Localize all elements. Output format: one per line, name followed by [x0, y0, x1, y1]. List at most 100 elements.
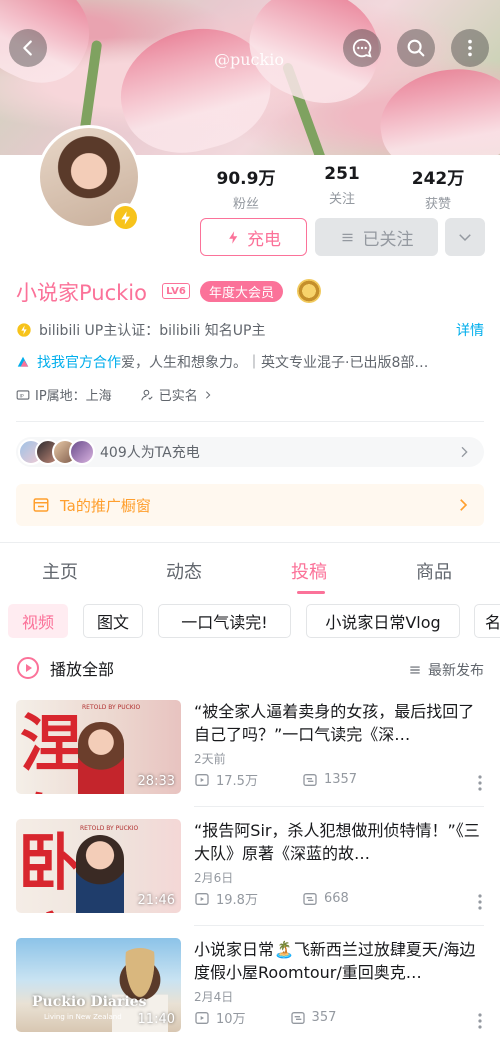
divider [16, 421, 484, 422]
video-duration: 28:33 [137, 774, 175, 789]
chat-bubble-icon [352, 38, 372, 58]
video-item[interactable]: 卧底 RETOLD BY PUCKIO 21:46 “报告阿Sir，杀人犯想做刑… [16, 819, 486, 913]
divider [194, 925, 484, 926]
followed-button-label: 已关注 [362, 229, 414, 250]
danmaku-icon [303, 892, 317, 905]
chip-image-text[interactable]: 图文 [83, 604, 143, 638]
play-count-icon [195, 1011, 209, 1024]
message-button[interactable] [343, 29, 381, 67]
promo-shop-banner[interactable]: Ta的推广橱窗 [16, 484, 484, 526]
sort-icon [410, 666, 420, 674]
certification-icon [17, 323, 31, 337]
video-comments: 668 [323, 891, 349, 906]
chevron-right-icon [460, 499, 468, 511]
storefront-icon [33, 498, 49, 512]
expand-button[interactable] [445, 218, 485, 256]
back-button[interactable] [9, 29, 47, 67]
video-more-icon[interactable] [478, 774, 482, 792]
ip-location: IP属地：上海 [35, 389, 112, 404]
more-options-button[interactable] [451, 29, 489, 67]
stat-likes-label: 获赞 [424, 197, 451, 212]
video-comments: 357 [311, 1010, 337, 1025]
tab-submissions[interactable]: 投稿 [291, 558, 327, 584]
video-item[interactable]: Puckio Diaries Living in New Zealand 11:… [16, 938, 486, 1032]
chip-quick-read[interactable]: 一口气读完! [158, 604, 291, 638]
tab-products[interactable]: 商品 [416, 558, 452, 584]
cooperation-icon [17, 356, 29, 367]
chargers-text: 409人为TA充电 [100, 445, 200, 461]
video-more-icon[interactable] [478, 893, 482, 911]
thumb-portrait [76, 835, 124, 913]
danmaku-icon [303, 773, 317, 786]
tab-home[interactable]: 主页 [42, 558, 78, 584]
realname-icon [140, 389, 153, 400]
play-count-icon [195, 773, 209, 786]
video-views: 19.8万 [216, 893, 258, 908]
ip-icon: IP [16, 389, 30, 400]
charge-button[interactable]: 充电 [200, 218, 307, 256]
video-title: 小说家日常🏝️飞新西兰过放肆夏天/海边度假小屋Roomtour/重回奥克… [194, 940, 476, 982]
video-duration: 21:46 [137, 893, 175, 908]
chip-more[interactable]: 名 [474, 604, 500, 638]
realname-link[interactable]: 已实名 [159, 385, 198, 404]
vertical-dots-icon [468, 39, 472, 57]
video-title: “报告阿Sir，杀人犯想做刑侦特情！”《三大队》原著《深蓝的故… [194, 821, 480, 863]
bio-link[interactable]: 找我官方合作 [37, 355, 121, 371]
video-more-icon[interactable] [478, 1012, 482, 1030]
banner-watermark: @puckio [214, 50, 284, 69]
video-item[interactable]: 涅槃 RETOLD BY PUCKIO 28:33 “被全家人逼着卖身的女孩，最… [16, 700, 486, 794]
charger-avatar [69, 439, 95, 465]
danmaku-icon [290, 1011, 305, 1024]
video-date: 2月6日 [194, 871, 234, 885]
medal-icon[interactable] [297, 279, 321, 303]
video-title: “被全家人逼着卖身的女孩，最后找回了自己了吗？”一口气读完《深… [194, 702, 475, 744]
lightning-icon [229, 230, 238, 244]
sort-label: 最新发布 [428, 663, 484, 679]
level-badge: LV6 [162, 283, 190, 299]
chevron-down-icon [459, 234, 471, 242]
video-stats: 10万 357 [194, 1008, 336, 1027]
active-tab-indicator [297, 591, 325, 594]
stat-following-value: 251 [324, 164, 360, 184]
play-all-button[interactable]: 播放全部 [16, 656, 114, 680]
video-thumbnail[interactable]: 卧底 RETOLD BY PUCKIO 21:46 [16, 819, 181, 913]
followed-button[interactable]: 已关注 [315, 218, 438, 256]
video-views: 17.5万 [216, 774, 258, 789]
stat-following-label: 关注 [328, 192, 355, 207]
video-stats: 19.8万 668 [194, 889, 349, 908]
thumb-title: Puckio Diaries [32, 994, 147, 1010]
detail-link[interactable]: 详情 [456, 320, 484, 340]
video-duration: 11:40 [137, 1012, 175, 1027]
thumb-subtitle: RETOLD BY PUCKIO [82, 704, 141, 711]
sort-button[interactable]: 最新发布 [408, 660, 484, 680]
certification-row: bilibili UP主认证：bilibili 知名UP主 [16, 320, 486, 340]
stat-fans[interactable]: 90.9万 粉丝 [201, 164, 291, 212]
stat-following[interactable]: 251 关注 [297, 164, 387, 207]
tab-dynamics[interactable]: 动态 [166, 558, 202, 584]
video-thumbnail[interactable]: Puckio Diaries Living in New Zealand 11:… [16, 938, 181, 1032]
username: 小说家Puckio [16, 281, 147, 305]
search-button[interactable] [397, 29, 435, 67]
video-views: 10万 [216, 1012, 246, 1027]
vip-badge[interactable]: 年度大会员 [200, 281, 284, 302]
chevron-right-icon [205, 390, 211, 399]
play-circle-icon [17, 657, 39, 679]
video-date: 2月4日 [194, 990, 234, 1004]
chip-vlog[interactable]: 小说家日常Vlog [306, 604, 460, 638]
video-comments: 1357 [323, 772, 358, 787]
back-arrow-icon [23, 40, 32, 56]
chargers-bar[interactable]: 409人为TA充电 [16, 437, 484, 467]
video-thumbnail[interactable]: 涅槃 RETOLD BY PUCKIO 28:33 [16, 700, 181, 794]
menu-lines-icon [342, 233, 352, 241]
stat-likes-value: 242万 [411, 169, 465, 189]
stat-fans-label: 粉丝 [232, 197, 259, 212]
bio-row[interactable]: 找我官方合作爱，人生和想象力。｜英文专业混子·已出版8部… [16, 352, 486, 372]
video-date: 2天前 [194, 752, 226, 766]
stat-likes[interactable]: 242万 获赞 [393, 164, 483, 212]
thumb-portrait [78, 722, 124, 794]
stat-fans-value: 90.9万 [216, 169, 276, 189]
chip-video[interactable]: 视频 [8, 604, 68, 638]
video-stats: 17.5万 1357 [194, 770, 357, 789]
ip-row: IP IP属地：上海 已实名 [16, 385, 213, 404]
divider [0, 542, 500, 543]
